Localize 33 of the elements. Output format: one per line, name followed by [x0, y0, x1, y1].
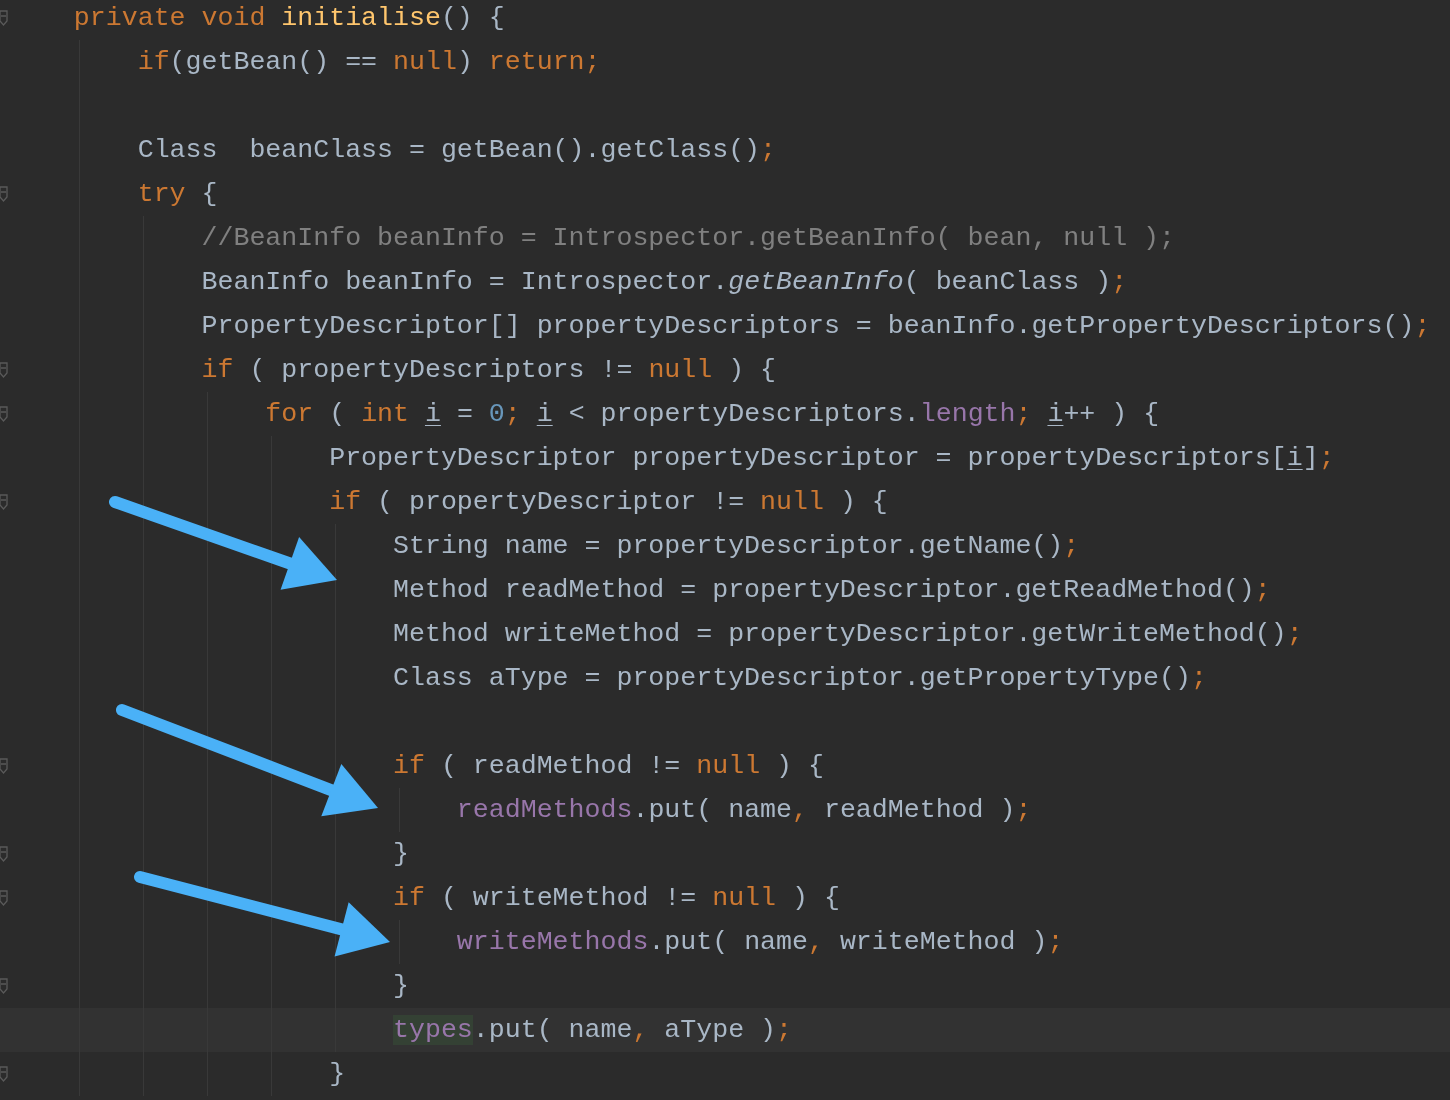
code-line: }: [329, 1058, 346, 1091]
code-line: }: [393, 970, 409, 1003]
fold-icon[interactable]: [0, 10, 8, 26]
fold-icon[interactable]: [0, 890, 8, 906]
code-line: PropertyDescriptor propertyDescriptor = propertyDescriptors[i];: [329, 442, 1335, 475]
code-line: if ( writeMethod != null ) {: [393, 882, 840, 915]
code-line: Method readMethod = propertyDescriptor.getReadMethod();: [393, 574, 1271, 607]
code-line: try {: [137, 178, 218, 211]
code-line: Method writeMethod = propertyDescriptor.getWriteMethod();: [393, 618, 1303, 651]
fold-icon[interactable]: [0, 846, 8, 862]
code-line: PropertyDescriptor[] propertyDescriptors = beanInfo.getPropertyDescriptors();: [201, 310, 1431, 343]
fold-icon[interactable]: [0, 494, 8, 510]
code-line: types.put( name, aType );: [393, 1014, 792, 1047]
code-line: private void initialise() {: [73, 2, 505, 35]
fold-icon[interactable]: [0, 186, 8, 202]
code-line: writeMethods.put( name, writeMethod );: [456, 926, 1064, 959]
code-line: //BeanInfo beanInfo = Introspector.getBeanInfo( bean, null );: [201, 222, 1175, 255]
code-line: if(getBean() == null) return;: [137, 46, 601, 79]
code-line: Class beanClass = getBean().getClass();: [137, 134, 777, 167]
code-line: Class aType = propertyDescriptor.getPropertyType();: [393, 662, 1207, 695]
code-line: if ( readMethod != null ) {: [393, 750, 824, 783]
code-line: if ( propertyDescriptor != null ) {: [329, 486, 888, 519]
fold-icon[interactable]: [0, 1066, 8, 1082]
code-line: readMethods.put( name, readMethod );: [456, 794, 1032, 827]
code-line: String name = propertyDescriptor.getName();: [393, 530, 1080, 563]
code-line: for ( int i = 0; i < propertyDescriptors.length; i++ ) {: [265, 398, 1160, 431]
fold-icon[interactable]: [0, 406, 8, 422]
code-line: BeanInfo beanInfo = Introspector.getBeanInfo( beanClass );: [201, 266, 1128, 299]
fold-icon[interactable]: [0, 362, 8, 378]
code-line: }: [393, 838, 409, 871]
fold-icon[interactable]: [0, 758, 8, 774]
fold-icon[interactable]: [0, 978, 8, 994]
code-line: if ( propertyDescriptors != null ) {: [201, 354, 777, 387]
